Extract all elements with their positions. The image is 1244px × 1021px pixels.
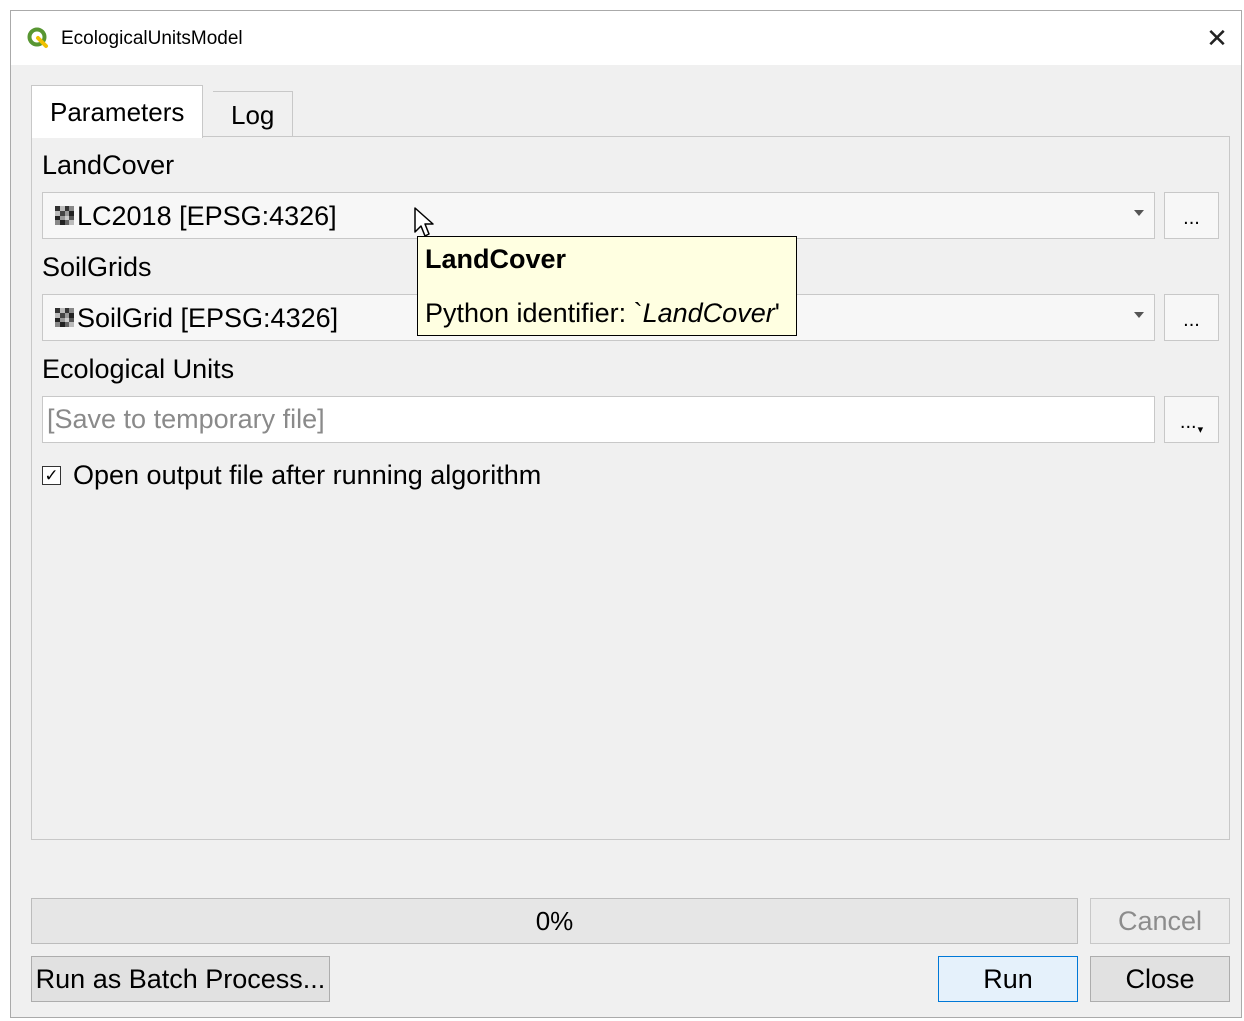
landcover-combobox[interactable]: LC2018 [EPSG:4326] (42, 192, 1155, 239)
chevron-down-icon[interactable] (1134, 210, 1144, 216)
close-window-icon[interactable]: ✕ (1199, 20, 1235, 56)
parameter-tooltip: LandCover Python identifier: `LandCover' (417, 236, 797, 336)
tab-log[interactable]: Log (213, 91, 294, 137)
tooltip-prefix: Python identifier: ` (425, 298, 643, 328)
tab-parameters[interactable]: Parameters (31, 85, 204, 138)
qgis-logo-icon (27, 27, 48, 48)
close-button[interactable]: Close (1090, 956, 1230, 1002)
processing-dialog: EcologicalUnitsModel ✕ Parameters Log La… (10, 10, 1242, 1018)
title-bar: EcologicalUnitsModel ✕ (11, 11, 1241, 65)
landcover-label: LandCover (42, 150, 175, 180)
soilgrids-label: SoilGrids (42, 252, 152, 282)
landcover-value: LC2018 [EPSG:4326] (77, 200, 337, 231)
run-batch-button[interactable]: Run as Batch Process... (31, 956, 330, 1002)
tooltip-identifier: LandCover (642, 298, 775, 328)
raster-layer-icon (55, 206, 74, 225)
open-output-checkbox-row[interactable]: ✓ Open output file after running algorit… (42, 459, 541, 491)
tooltip-suffix: ' (774, 298, 780, 328)
open-output-checkbox[interactable]: ✓ (42, 465, 61, 485)
soilgrids-value: SoilGrid [EPSG:4326] (77, 302, 339, 333)
mouse-pointer-icon (414, 207, 434, 237)
ecological-units-browse-button[interactable]: ... ▾ (1164, 396, 1219, 443)
progress-bar: 0% (31, 898, 1078, 944)
tooltip-identifier-line: Python identifier: `LandCover' (425, 297, 780, 329)
landcover-browse-button[interactable]: ... (1164, 192, 1219, 239)
tooltip-title: LandCover (425, 244, 567, 274)
small-chevron-down-icon: ▾ (1197, 424, 1204, 436)
open-output-label: Open output file after running algorithm (73, 460, 542, 490)
ecological-units-browse-label: ... (1179, 411, 1197, 433)
raster-layer-icon (55, 308, 74, 327)
run-button[interactable]: Run (938, 956, 1078, 1002)
ecological-units-output-field[interactable]: [Save to temporary file] (42, 396, 1155, 443)
ecological-units-label: Ecological Units (42, 354, 235, 384)
cancel-button[interactable]: Cancel (1090, 898, 1230, 944)
chevron-down-icon[interactable] (1134, 312, 1144, 318)
window-title: EcologicalUnitsModel (61, 28, 243, 49)
soilgrids-browse-button[interactable]: ... (1164, 294, 1219, 341)
